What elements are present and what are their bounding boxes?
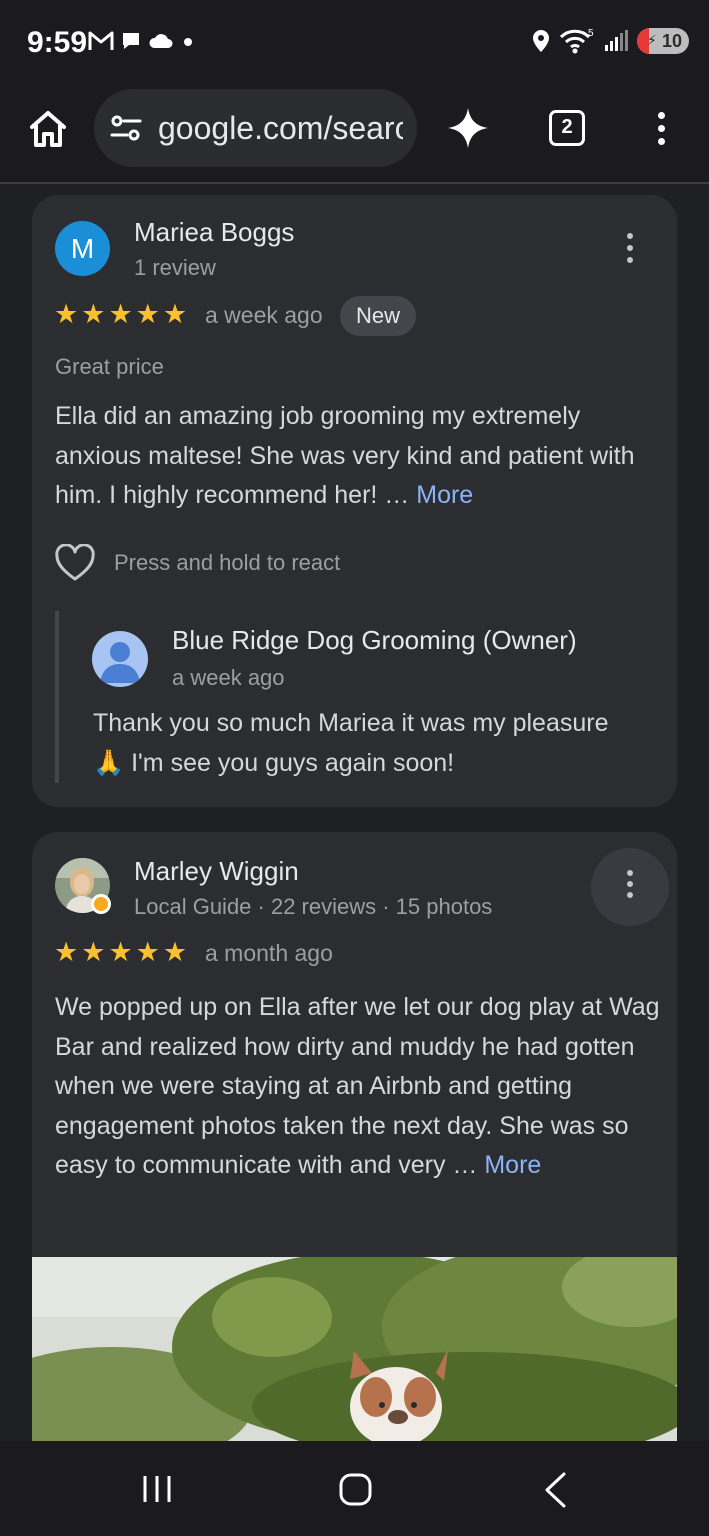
heart-icon[interactable] <box>54 544 96 582</box>
battery-indicator: ⚡ 10 <box>637 28 689 54</box>
status-bar: 9:59 5 ⚡ 10 <box>0 0 709 86</box>
star-rating: ★ ★ ★ ★ ★ <box>54 939 187 966</box>
review-text: We popped up on Ella after we let our do… <box>55 988 660 1186</box>
owner-reply-time: a week ago <box>172 665 285 690</box>
avatar[interactable] <box>55 858 111 914</box>
address-bar[interactable]: google.com/search <box>94 89 417 167</box>
battery-level: 10 <box>661 31 682 51</box>
more-link[interactable]: More <box>484 1151 541 1179</box>
notification-icons <box>88 30 196 52</box>
star-icon: ★ <box>135 937 160 967</box>
review-more-options-icon[interactable] <box>591 848 669 926</box>
review-time: a month ago <box>205 940 333 966</box>
local-guide-badge-icon <box>91 894 111 914</box>
reviewer-meta: Local Guide · 22 reviews · 15 photos <box>134 894 493 919</box>
more-link[interactable]: More <box>416 481 473 509</box>
home-icon[interactable] <box>27 108 69 150</box>
browser-toolbar: google.com/search 2 <box>0 86 709 184</box>
nav-home-icon[interactable] <box>338 1472 373 1507</box>
review-more-options-icon[interactable] <box>615 229 645 269</box>
owner-name[interactable]: Blue Ridge Dog Grooming (Owner) <box>172 625 577 656</box>
cloud-icon <box>149 34 173 48</box>
react-row[interactable]: Press and hold to react <box>54 544 340 582</box>
star-icon: ★ <box>108 937 133 967</box>
recents-icon[interactable] <box>141 1473 173 1505</box>
new-badge: New <box>340 296 417 336</box>
location-icon <box>533 30 549 52</box>
star-icon: ★ <box>162 937 188 967</box>
site-settings-icon[interactable] <box>110 113 142 143</box>
default-profile-icon <box>100 642 140 683</box>
reviewer-name[interactable]: Marley Wiggin <box>134 856 299 887</box>
star-icon: ★ <box>108 299 133 329</box>
review-text: Ella did an amazing job grooming my extr… <box>55 397 655 516</box>
star-icon: ★ <box>81 937 106 967</box>
owner-reply: Blue Ridge Dog Grooming (Owner) a week a… <box>55 611 645 783</box>
dot-icon <box>184 38 192 46</box>
screen: 9:59 5 ⚡ 10 google.com/search 2 M Mariea… <box>0 0 709 1536</box>
reviewer-meta: 1 review <box>134 255 216 280</box>
review-card: M Mariea Boggs 1 review ★ ★ ★ ★ ★ a week… <box>32 195 677 807</box>
owner-avatar[interactable] <box>92 631 148 687</box>
react-label: Press and hold to react <box>114 550 341 575</box>
star-rating: ★ ★ ★ ★ ★ <box>54 301 187 328</box>
url-text[interactable]: google.com/search <box>158 110 403 147</box>
wifi-icon: 5 <box>559 28 594 54</box>
star-icon: ★ <box>54 299 79 329</box>
review-body: Ella did an amazing job grooming my extr… <box>55 402 635 509</box>
avatar[interactable]: M <box>55 221 110 276</box>
tab-switcher-button[interactable]: 2 <box>549 110 585 146</box>
star-icon: ★ <box>81 299 106 329</box>
star-icon: ★ <box>162 299 188 329</box>
owner-reply-text: Thank you so much Mariea it was my pleas… <box>93 709 609 777</box>
review-photo[interactable] <box>32 1257 677 1441</box>
review-attribute: Great price <box>55 354 164 379</box>
dog-photo <box>32 1257 677 1441</box>
star-icon: ★ <box>54 937 79 967</box>
status-time: 9:59 <box>27 26 88 59</box>
system-icons: 5 ⚡ 10 <box>531 27 689 55</box>
chat-bubble-icon <box>123 33 139 49</box>
system-nav-bar <box>0 1441 709 1536</box>
star-icon: ★ <box>135 299 160 329</box>
review-body: We popped up on Ella after we let our do… <box>55 993 660 1179</box>
back-icon[interactable] <box>540 1471 570 1509</box>
review-time: a week ago <box>205 302 323 328</box>
gemini-sparkle-icon[interactable] <box>446 106 490 150</box>
wifi-badge: 5 <box>588 28 594 39</box>
signal-icon <box>605 30 628 51</box>
reviewer-name[interactable]: Mariea Boggs <box>134 217 294 248</box>
gmail-icon <box>88 31 114 50</box>
browser-menu-icon[interactable] <box>646 108 676 150</box>
power-saving-icon: ⚡ <box>647 32 657 48</box>
review-card: Marley Wiggin Local Guide · 22 reviews ·… <box>32 832 677 1472</box>
